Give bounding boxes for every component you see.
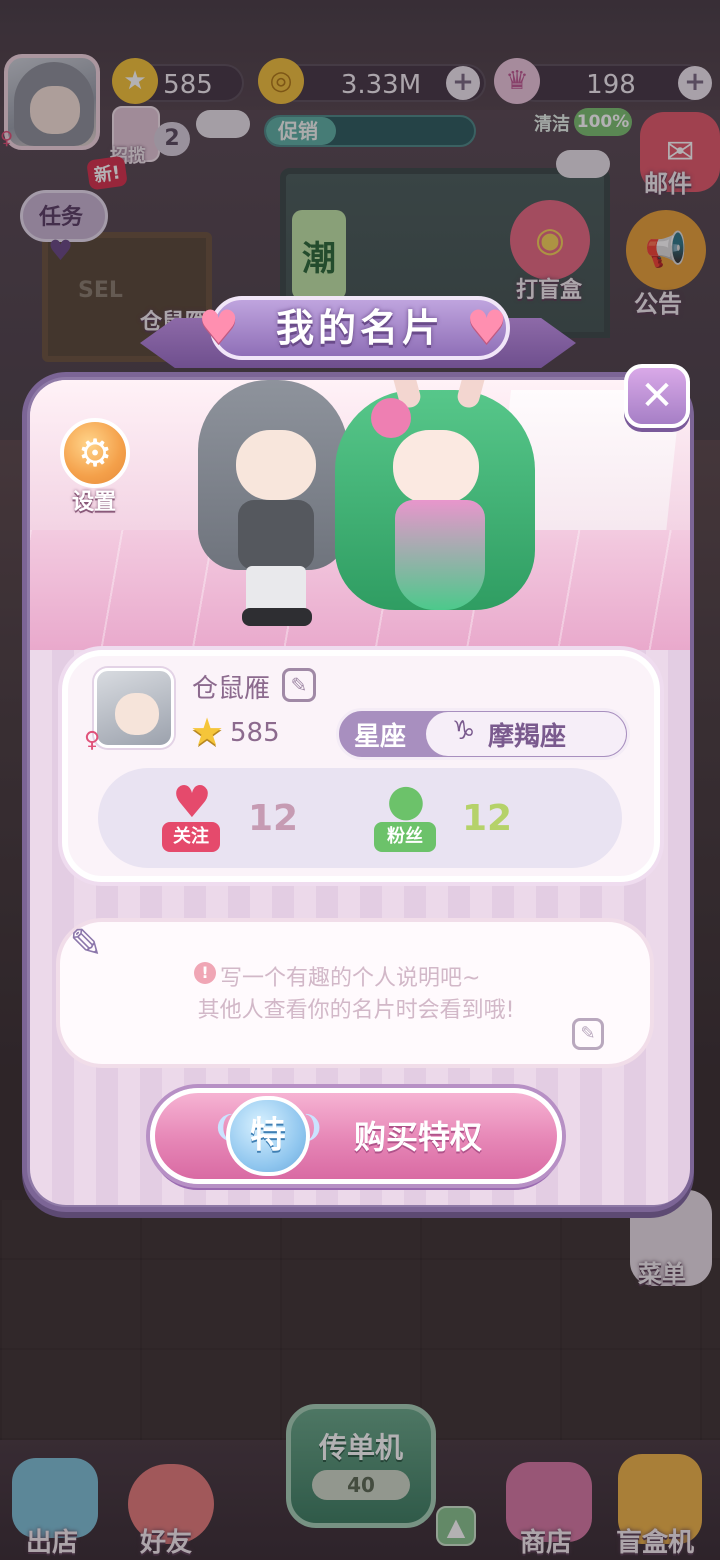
- notepad-icon: ✎: [69, 921, 103, 967]
- privilege-badge-icon: 特: [226, 1096, 310, 1176]
- close-button[interactable]: ✕: [624, 364, 690, 428]
- settings-button[interactable]: ⚙: [60, 418, 130, 488]
- profile-stars-count: 585: [230, 718, 280, 748]
- gear-icon: ⚙: [77, 431, 113, 475]
- zodiac-label: 星座: [354, 722, 407, 752]
- follow-heart-icon[interactable]: ♥: [164, 778, 220, 828]
- heart-icon: ♥: [466, 300, 508, 354]
- following-count: 12: [248, 798, 299, 839]
- male-character: [198, 380, 348, 630]
- close-icon: ✕: [640, 373, 674, 419]
- card-title: 我的名片: [275, 306, 444, 350]
- capricorn-icon: ♑: [452, 716, 476, 746]
- fans-count: 12: [462, 798, 513, 839]
- following-label[interactable]: 关注: [162, 822, 220, 852]
- edit-name-icon[interactable]: ✎: [282, 668, 316, 702]
- edit-bio-icon[interactable]: ✎: [572, 1018, 604, 1050]
- female-icon: ♀: [84, 728, 101, 753]
- star-icon: ★: [190, 710, 225, 754]
- heart-icon: ♥: [198, 300, 240, 354]
- character-showcase: [30, 380, 690, 650]
- buy-privilege-label: 购买特权: [354, 1118, 483, 1156]
- profile-name: 仓鼠雁: [192, 674, 271, 704]
- fans-label[interactable]: 粉丝: [374, 822, 436, 852]
- fans-icon[interactable]: ●: [378, 776, 434, 826]
- profile-avatar[interactable]: [94, 668, 174, 748]
- exclamation-icon: !: [194, 962, 216, 984]
- bio-placeholder-line1: 写一个有趣的个人说明吧~: [220, 966, 481, 991]
- bio-placeholder-line2: 其他人查看你的名片时会看到哦!: [197, 998, 515, 1023]
- female-character: [335, 380, 545, 630]
- settings-label: 设置: [71, 490, 116, 515]
- zodiac-value: 摩羯座: [488, 722, 567, 752]
